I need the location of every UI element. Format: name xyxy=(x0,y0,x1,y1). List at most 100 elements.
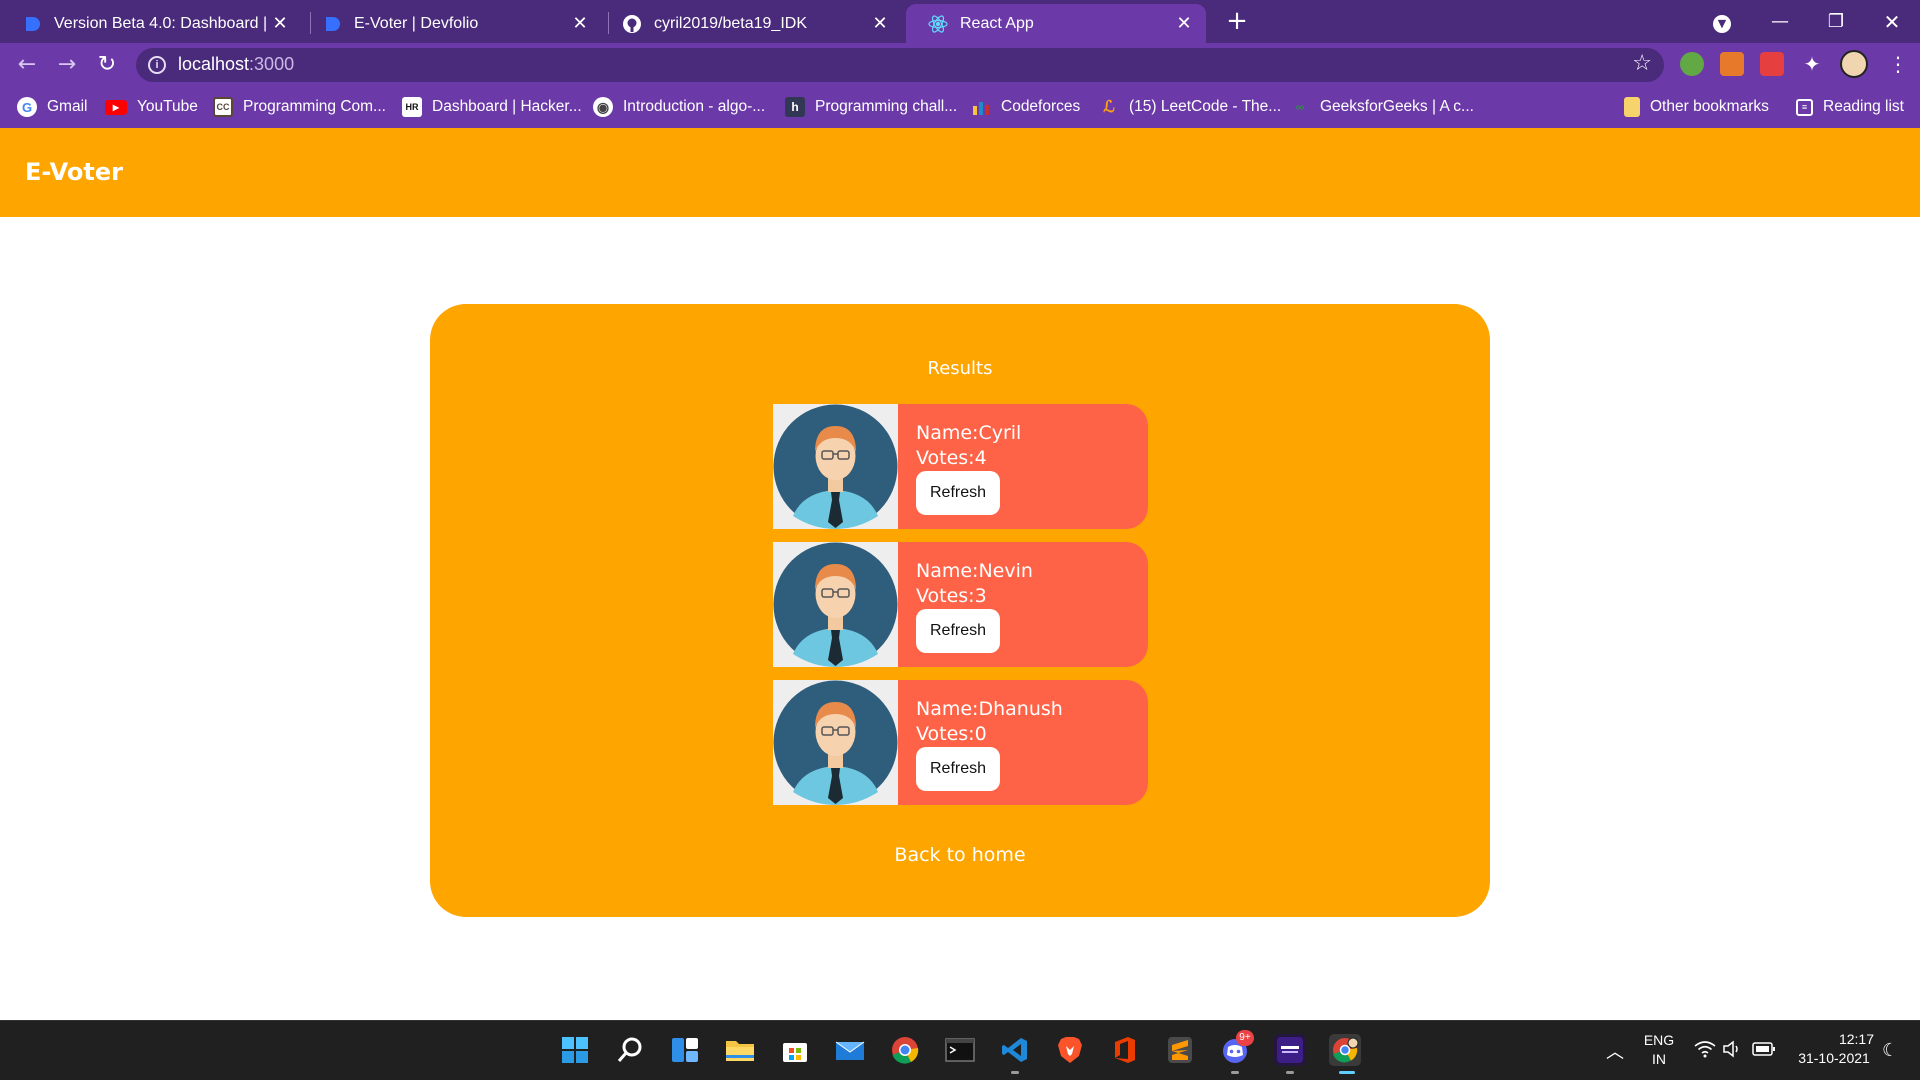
bookmark-algo[interactable]: ◉ Introduction - algo-... xyxy=(593,96,765,118)
close-icon[interactable]: ✕ xyxy=(1174,13,1194,34)
tab-title: E-Voter | Devfolio xyxy=(354,14,479,32)
extension-green-icon[interactable] xyxy=(1680,52,1704,76)
close-icon[interactable]: ✕ xyxy=(870,13,890,34)
profile-menu-icon[interactable]: ▼ xyxy=(1692,11,1752,33)
bookmark-gmail[interactable]: G Gmail xyxy=(17,96,87,118)
amazon-music-icon[interactable] xyxy=(1274,1034,1306,1066)
show-hidden-icons-chevron-icon[interactable]: ︿ xyxy=(1606,1038,1624,1064)
close-icon[interactable]: ✕ xyxy=(570,13,590,34)
metamask-icon[interactable] xyxy=(1720,52,1744,76)
clock[interactable]: 12:17 31-10-2021 xyxy=(1786,1031,1882,1066)
bookmark-youtube[interactable]: ▶ YouTube xyxy=(105,96,198,118)
candidate-votes: Votes:0 xyxy=(916,723,987,745)
person-avatar-icon xyxy=(773,542,898,667)
url-text[interactable]: localhost:3000 xyxy=(178,54,294,75)
bookmark-label: GeeksforGeeks | A c... xyxy=(1320,98,1474,115)
devfolio-icon xyxy=(22,14,42,34)
restore-icon[interactable]: ❐ xyxy=(1808,11,1864,32)
reading-list[interactable]: ≡ Reading list xyxy=(1796,96,1904,118)
back-arrow-icon[interactable]: ← xyxy=(13,51,41,79)
office-icon[interactable] xyxy=(1109,1034,1141,1066)
refresh-button[interactable]: Refresh xyxy=(916,471,1000,515)
widgets-icon[interactable] xyxy=(669,1034,701,1066)
tab-title: cyril2019/beta19_IDK xyxy=(654,14,807,32)
chrome-icon[interactable] xyxy=(889,1034,921,1066)
tab-dashboard[interactable]: Version Beta 4.0: Dashboard | De ✕ xyxy=(0,4,302,43)
profile-avatar-icon[interactable] xyxy=(1840,50,1868,78)
bookmark-label: Dashboard | Hacker... xyxy=(432,98,582,115)
language-indicator[interactable]: ENG IN xyxy=(1640,1032,1678,1067)
address-bar[interactable]: i localhost:3000 ☆ xyxy=(136,48,1664,82)
bookmark-codeforces[interactable]: Codeforces xyxy=(971,96,1080,118)
refresh-button[interactable]: Refresh xyxy=(916,609,1000,653)
minimize-icon[interactable]: — xyxy=(1752,11,1808,32)
puzzle-extensions-icon[interactable]: ✦ xyxy=(1800,52,1824,76)
bookmark-star-icon[interactable]: ☆ xyxy=(1632,51,1652,76)
refresh-button[interactable]: Refresh xyxy=(916,747,1000,791)
bookmark-label: Codeforces xyxy=(1001,98,1081,115)
leetcode-icon: ℒ xyxy=(1103,99,1115,116)
language-code: ENG xyxy=(1643,1032,1675,1048)
browser-toolbar: ← → ↻ i localhost:3000 ☆ xyxy=(0,43,1920,87)
brand-logo-text[interactable]: E-Voter xyxy=(25,158,123,186)
candidate-name: Name:Dhanush xyxy=(916,698,1063,720)
results-title: Results xyxy=(927,358,993,379)
file-explorer-icon[interactable] xyxy=(724,1034,756,1066)
other-bookmarks[interactable]: Other bookmarks xyxy=(1624,96,1769,118)
tab-evoter-devfolio[interactable]: E-Voter | Devfolio ✕ xyxy=(300,4,602,43)
reading-list-label: Reading list xyxy=(1823,98,1904,115)
close-icon[interactable]: ✕ xyxy=(270,13,290,34)
windows-start-icon[interactable] xyxy=(559,1034,591,1066)
terminal-icon[interactable] xyxy=(944,1034,976,1066)
reload-icon[interactable]: ↻ xyxy=(93,51,121,79)
window-controls: ▼ — ❐ ✕ xyxy=(1692,0,1920,43)
brave-icon[interactable] xyxy=(1054,1034,1086,1066)
battery-icon[interactable] xyxy=(1752,1041,1776,1061)
extension-red-icon[interactable] xyxy=(1760,52,1784,76)
tab-github[interactable]: cyril2019/beta19_IDK ✕ xyxy=(600,4,902,43)
candidate-card: Name:Nevin Votes:3 Refresh xyxy=(773,542,1148,667)
running-indicator xyxy=(1231,1071,1239,1074)
bookmark-label: Programming chall... xyxy=(815,98,958,115)
candidate-name: Name:Nevin xyxy=(916,560,1033,582)
sublime-text-icon[interactable] xyxy=(1164,1034,1196,1066)
candidate-info: Name:Nevin Votes:3 xyxy=(916,559,1033,609)
bookmark-hackerrank[interactable]: HR Dashboard | Hacker... xyxy=(402,96,582,118)
chrome-profile-icon[interactable] xyxy=(1329,1034,1361,1066)
volume-icon[interactable] xyxy=(1722,1040,1742,1062)
region-code: IN xyxy=(1652,1051,1666,1067)
candidate-card: Name:Cyril Votes:4 Refresh xyxy=(773,404,1148,529)
bookmark-leetcode[interactable]: ℒ (15) LeetCode - The... xyxy=(1099,96,1281,118)
microsoft-store-icon[interactable] xyxy=(779,1034,811,1066)
tab-title: React App xyxy=(960,14,1034,32)
info-icon[interactable]: i xyxy=(148,56,166,74)
search-icon[interactable] xyxy=(614,1034,646,1066)
candidate-info: Name:Dhanush Votes:0 xyxy=(916,697,1063,747)
menu-dots-icon[interactable]: ⋮ xyxy=(1886,52,1910,76)
hackerrank-icon: HR xyxy=(402,97,422,117)
running-indicator xyxy=(1286,1071,1294,1074)
candidate-votes: Votes:4 xyxy=(916,447,987,469)
bookmark-label: Programming Com... xyxy=(243,98,386,115)
mail-icon[interactable] xyxy=(834,1034,866,1066)
forward-arrow-icon[interactable]: → xyxy=(53,51,81,79)
globe-icon: ◉ xyxy=(593,97,613,117)
bookmark-gfg[interactable]: ∞ GeeksforGeeks | A c... xyxy=(1290,96,1474,118)
bookmark-codechef[interactable]: CC Programming Com... xyxy=(213,96,386,118)
bookmark-hackerearth[interactable]: h Programming chall... xyxy=(785,96,957,118)
close-window-icon[interactable]: ✕ xyxy=(1864,10,1920,34)
vscode-icon[interactable] xyxy=(999,1034,1031,1066)
candidate-card: Name:Dhanush Votes:0 Refresh xyxy=(773,680,1148,805)
folder-icon xyxy=(1624,97,1640,117)
new-tab-button[interactable]: + xyxy=(1222,4,1252,38)
active-indicator xyxy=(1339,1071,1355,1074)
wifi-icon[interactable] xyxy=(1694,1040,1716,1062)
tab-react-app[interactable]: React App ✕ xyxy=(906,4,1206,43)
discord-badge: 9+ xyxy=(1236,1030,1254,1046)
app-navbar: E-Voter xyxy=(0,128,1920,217)
codechef-icon: CC xyxy=(213,97,233,117)
notifications-icon[interactable]: ☾ xyxy=(1882,1040,1898,1061)
person-avatar-icon xyxy=(773,680,898,805)
hackerearth-icon: h xyxy=(785,97,805,117)
back-to-home-link[interactable]: Back to home xyxy=(430,844,1490,866)
